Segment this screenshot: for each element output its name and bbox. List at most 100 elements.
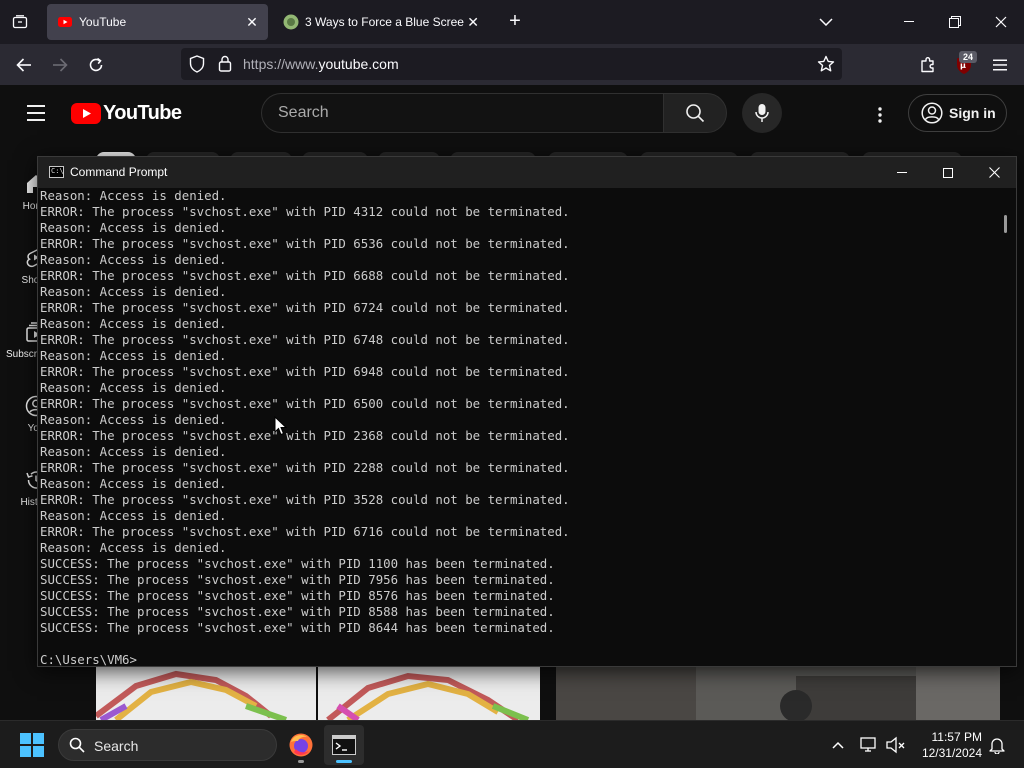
- wikihow-favicon: [283, 14, 299, 30]
- youtube-favicon: [57, 14, 73, 30]
- running-indicator: [298, 760, 304, 763]
- shield-icon[interactable]: [189, 55, 205, 78]
- console-line: Reason: Access is denied.: [40, 284, 227, 299]
- extension-count-badge: 24: [959, 51, 977, 63]
- console-line: ERROR: The process "svchost.exe" with PI…: [40, 268, 570, 283]
- close-window-button[interactable]: [978, 0, 1024, 44]
- url-prefix: https://www.: [243, 56, 319, 72]
- bookmark-star-icon[interactable]: [817, 55, 835, 78]
- account-circle-icon: [921, 102, 943, 124]
- system-clock[interactable]: 11:57 PM 12/31/2024: [914, 729, 982, 761]
- search-button[interactable]: [663, 93, 727, 133]
- voice-search-button[interactable]: [742, 93, 782, 133]
- youtube-search-input[interactable]: Search: [261, 93, 663, 133]
- console-line: C:\Users\VM6>: [40, 652, 137, 666]
- start-windows-icon[interactable]: [20, 733, 44, 757]
- console-line: Reason: Access is denied.: [40, 508, 227, 523]
- forward-arrow-icon[interactable]: [47, 52, 73, 78]
- video-thumbnail-row: [96, 666, 1000, 720]
- extensions-puzzle-icon[interactable]: [915, 52, 941, 78]
- tab-title: 3 Ways to Force a Blue Screen in: [305, 15, 464, 29]
- tab-list-icon[interactable]: [8, 10, 32, 34]
- notification-bell-icon[interactable]: [985, 733, 1009, 757]
- mouse-cursor-icon: [274, 416, 288, 436]
- search-placeholder: Search: [278, 104, 329, 121]
- browser-toolbar: https://www.youtube.com µ: [0, 44, 1024, 85]
- console-line: SUCCESS: The process "svchost.exe" with …: [40, 572, 555, 587]
- console-line: Reason: Access is denied.: [40, 252, 227, 267]
- clock-time: 11:57 PM: [931, 730, 982, 744]
- console-line: Reason: Access is denied.: [40, 540, 227, 555]
- url-text[interactable]: https://www.youtube.com: [243, 56, 399, 72]
- window-title-bar[interactable]: C:\ Command Prompt: [38, 157, 1016, 188]
- console-line: SUCCESS: The process "svchost.exe" with …: [40, 588, 555, 603]
- window-title: Command Prompt: [70, 165, 168, 179]
- command-prompt-icon: C:\: [49, 166, 64, 178]
- tab-youtube[interactable]: YouTube ✕: [47, 4, 268, 40]
- console-line: ERROR: The process "svchost.exe" with PI…: [40, 428, 570, 443]
- scrollbar-thumb[interactable]: [1004, 215, 1007, 233]
- volume-muted-icon[interactable]: [884, 733, 908, 757]
- firefox-icon: [289, 733, 313, 757]
- taskbar: Search 11:57 PM 12/31/2024: [0, 720, 1024, 768]
- chevron-down-icon[interactable]: [814, 10, 838, 34]
- console-line: Reason: Access is denied.: [40, 348, 227, 363]
- youtube-play-icon: [71, 102, 101, 124]
- console-line: ERROR: The process "svchost.exe" with PI…: [40, 364, 570, 379]
- search-icon: [69, 737, 85, 753]
- new-tab-button[interactable]: +: [503, 10, 527, 34]
- close-button[interactable]: [971, 157, 1017, 188]
- console-line: ERROR: The process "svchost.exe" with PI…: [40, 236, 570, 251]
- console-line: ERROR: The process "svchost.exe" with PI…: [40, 332, 570, 347]
- console-line: ERROR: The process "svchost.exe" with PI…: [40, 460, 570, 475]
- console-line: ERROR: The process "svchost.exe" with PI…: [40, 204, 570, 219]
- lock-icon[interactable]: [218, 55, 232, 77]
- close-tab-icon[interactable]: ✕: [242, 12, 262, 32]
- tab-title: YouTube: [79, 15, 127, 29]
- console-line: SUCCESS: The process "svchost.exe" with …: [40, 556, 555, 571]
- console-output[interactable]: Reason: Access is denied. ERROR: The proc…: [40, 188, 1000, 666]
- close-tab-icon[interactable]: ✕: [464, 12, 482, 32]
- show-hidden-icons-chevron-up-icon[interactable]: [826, 733, 850, 757]
- back-arrow-icon[interactable]: [11, 52, 37, 78]
- tab-wikihow[interactable]: 3 Ways to Force a Blue Screen in ✕: [273, 4, 488, 40]
- more-options-icon[interactable]: [866, 101, 894, 129]
- console-line: SUCCESS: The process "svchost.exe" with …: [40, 620, 555, 635]
- taskbar-search-label: Search: [94, 738, 139, 754]
- search-icon: [686, 104, 705, 123]
- console-line: SUCCESS: The process "svchost.exe" with …: [40, 604, 555, 619]
- minimize-window-button[interactable]: [886, 0, 932, 44]
- taskbar-app-command-prompt[interactable]: [324, 725, 364, 765]
- video-thumbnail[interactable]: [96, 666, 316, 720]
- video-thumbnail[interactable]: [556, 666, 1000, 720]
- youtube-logo[interactable]: YouTube: [71, 101, 182, 124]
- sign-in-button[interactable]: Sign in: [908, 94, 1007, 132]
- command-prompt-icon: [332, 735, 356, 755]
- console-line: ERROR: The process "svchost.exe" with PI…: [40, 396, 570, 411]
- reload-icon[interactable]: [83, 52, 109, 78]
- url-domain: youtube.com: [318, 56, 399, 72]
- active-indicator: [336, 760, 352, 763]
- console-line: ERROR: The process "svchost.exe" with PI…: [40, 492, 570, 507]
- hamburger-menu-icon[interactable]: [987, 52, 1013, 78]
- guide-menu-icon[interactable]: [20, 101, 52, 125]
- minimize-button[interactable]: [879, 157, 925, 188]
- address-bar[interactable]: https://www.youtube.com: [181, 48, 842, 80]
- command-prompt-window[interactable]: C:\ Command Prompt Reason: Access is den…: [37, 156, 1017, 667]
- network-icon[interactable]: [858, 733, 882, 757]
- browser-tab-strip: YouTube ✕ 3 Ways to Force a Blue Screen …: [0, 0, 1024, 44]
- youtube-logo-text: YouTube: [103, 101, 182, 124]
- console-line: Reason: Access is denied.: [40, 444, 227, 459]
- console-line: ERROR: The process "svchost.exe" with PI…: [40, 300, 570, 315]
- maximize-button[interactable]: [925, 157, 971, 188]
- video-thumbnail[interactable]: [318, 666, 540, 720]
- restore-window-button[interactable]: [932, 0, 978, 44]
- console-line: Reason: Access is denied.: [40, 188, 227, 203]
- console-line: Reason: Access is denied.: [40, 476, 227, 491]
- console-line: ERROR: The process "svchost.exe" with PI…: [40, 524, 570, 539]
- clock-date: 12/31/2024: [921, 746, 982, 760]
- console-line: Reason: Access is denied.: [40, 316, 227, 331]
- taskbar-search-box[interactable]: Search: [58, 729, 277, 761]
- taskbar-app-firefox[interactable]: [281, 725, 321, 765]
